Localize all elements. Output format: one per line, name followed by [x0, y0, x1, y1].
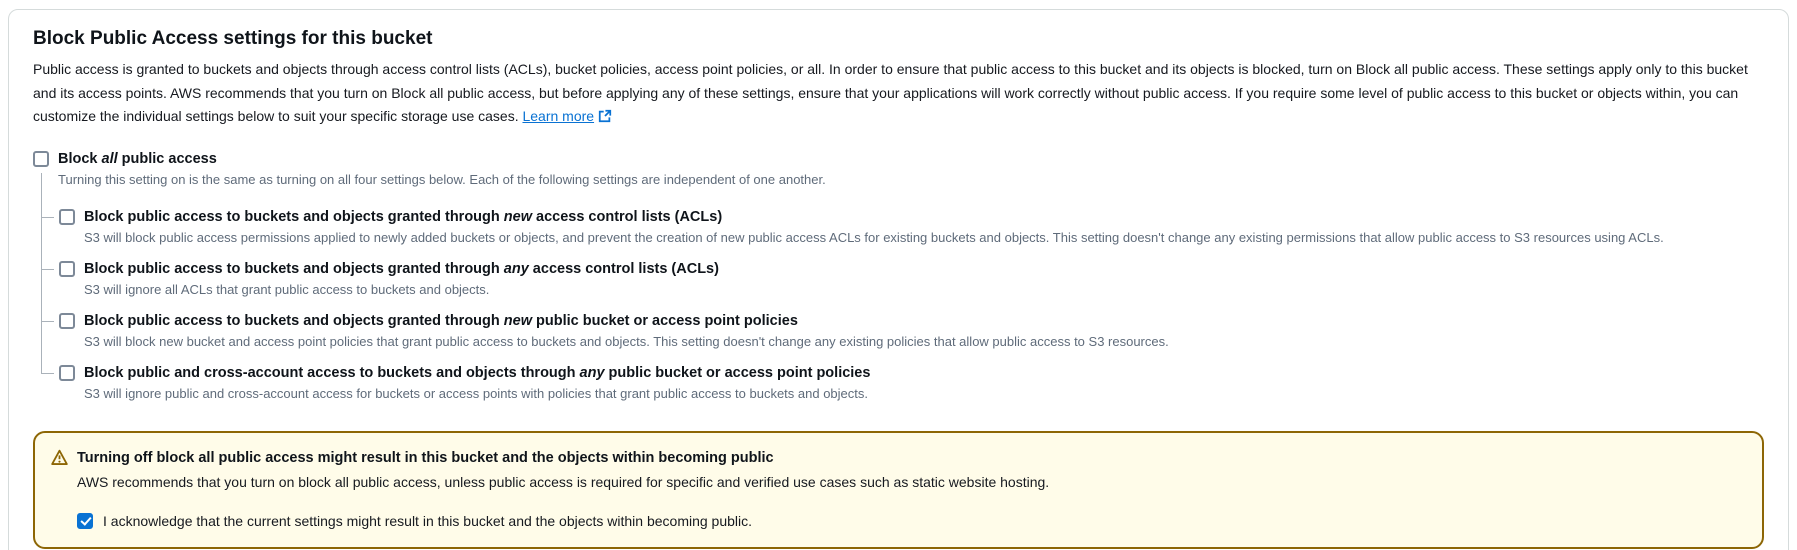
block-new-acls-checkbox[interactable] — [59, 209, 75, 225]
warning-content: Turning off block all public access migh… — [77, 447, 1049, 531]
block-public-access-panel: Block Public Access settings for this bu… — [8, 9, 1789, 550]
block-new-policies-option: Block public access to buckets and objec… — [41, 311, 1764, 351]
page-title: Block Public Access settings for this bu… — [33, 26, 1764, 52]
external-link-icon — [598, 107, 612, 131]
block-new-policies-label[interactable]: Block public access to buckets and objec… — [84, 311, 798, 331]
warning-description: AWS recommends that you turn on block al… — [77, 471, 1049, 493]
block-any-policies-label[interactable]: Block public and cross-account access to… — [84, 363, 870, 383]
block-new-policies-description: S3 will block new bucket and access poin… — [84, 333, 1764, 351]
block-any-acls-description: S3 will ignore all ACLs that grant publi… — [84, 281, 1764, 299]
block-any-acls-checkbox[interactable] — [59, 261, 75, 277]
warning-alert: Turning off block all public access migh… — [33, 431, 1764, 549]
block-any-policies-checkbox[interactable] — [59, 365, 75, 381]
panel-description-text: Public access is granted to buckets and … — [33, 61, 1748, 124]
block-any-policies-description: S3 will ignore public and cross-account … — [84, 385, 1764, 403]
block-any-acls-label[interactable]: Block public access to buckets and objec… — [84, 259, 719, 279]
block-new-acls-label[interactable]: Block public access to buckets and objec… — [84, 207, 722, 227]
block-all-public-access-label[interactable]: Block all public access — [58, 149, 217, 169]
learn-more-link[interactable]: Learn more — [522, 108, 612, 124]
block-all-public-access-description: Turning this setting on is the same as t… — [58, 171, 1764, 189]
block-new-acls-description: S3 will block public access permissions … — [84, 229, 1764, 247]
acknowledgment-row: I acknowledge that the current settings … — [77, 511, 1049, 531]
block-any-policies-option: Block public and cross-account access to… — [41, 363, 1764, 403]
block-new-policies-checkbox[interactable] — [59, 313, 75, 329]
block-new-acls-option: Block public access to buckets and objec… — [41, 207, 1764, 247]
block-all-public-access-checkbox[interactable] — [33, 151, 49, 167]
block-all-public-access-option: Block all public access Turning this set… — [33, 149, 1764, 189]
panel-description: Public access is granted to buckets and … — [33, 58, 1764, 131]
warning-triangle-icon — [51, 449, 68, 471]
warning-title: Turning off block all public access migh… — [77, 447, 1049, 469]
acknowledgment-label[interactable]: I acknowledge that the current settings … — [103, 511, 752, 531]
block-any-acls-option: Block public access to buckets and objec… — [41, 259, 1764, 299]
acknowledgment-checkbox[interactable] — [77, 513, 93, 529]
sub-settings-list: Block public access to buckets and objec… — [41, 207, 1764, 403]
